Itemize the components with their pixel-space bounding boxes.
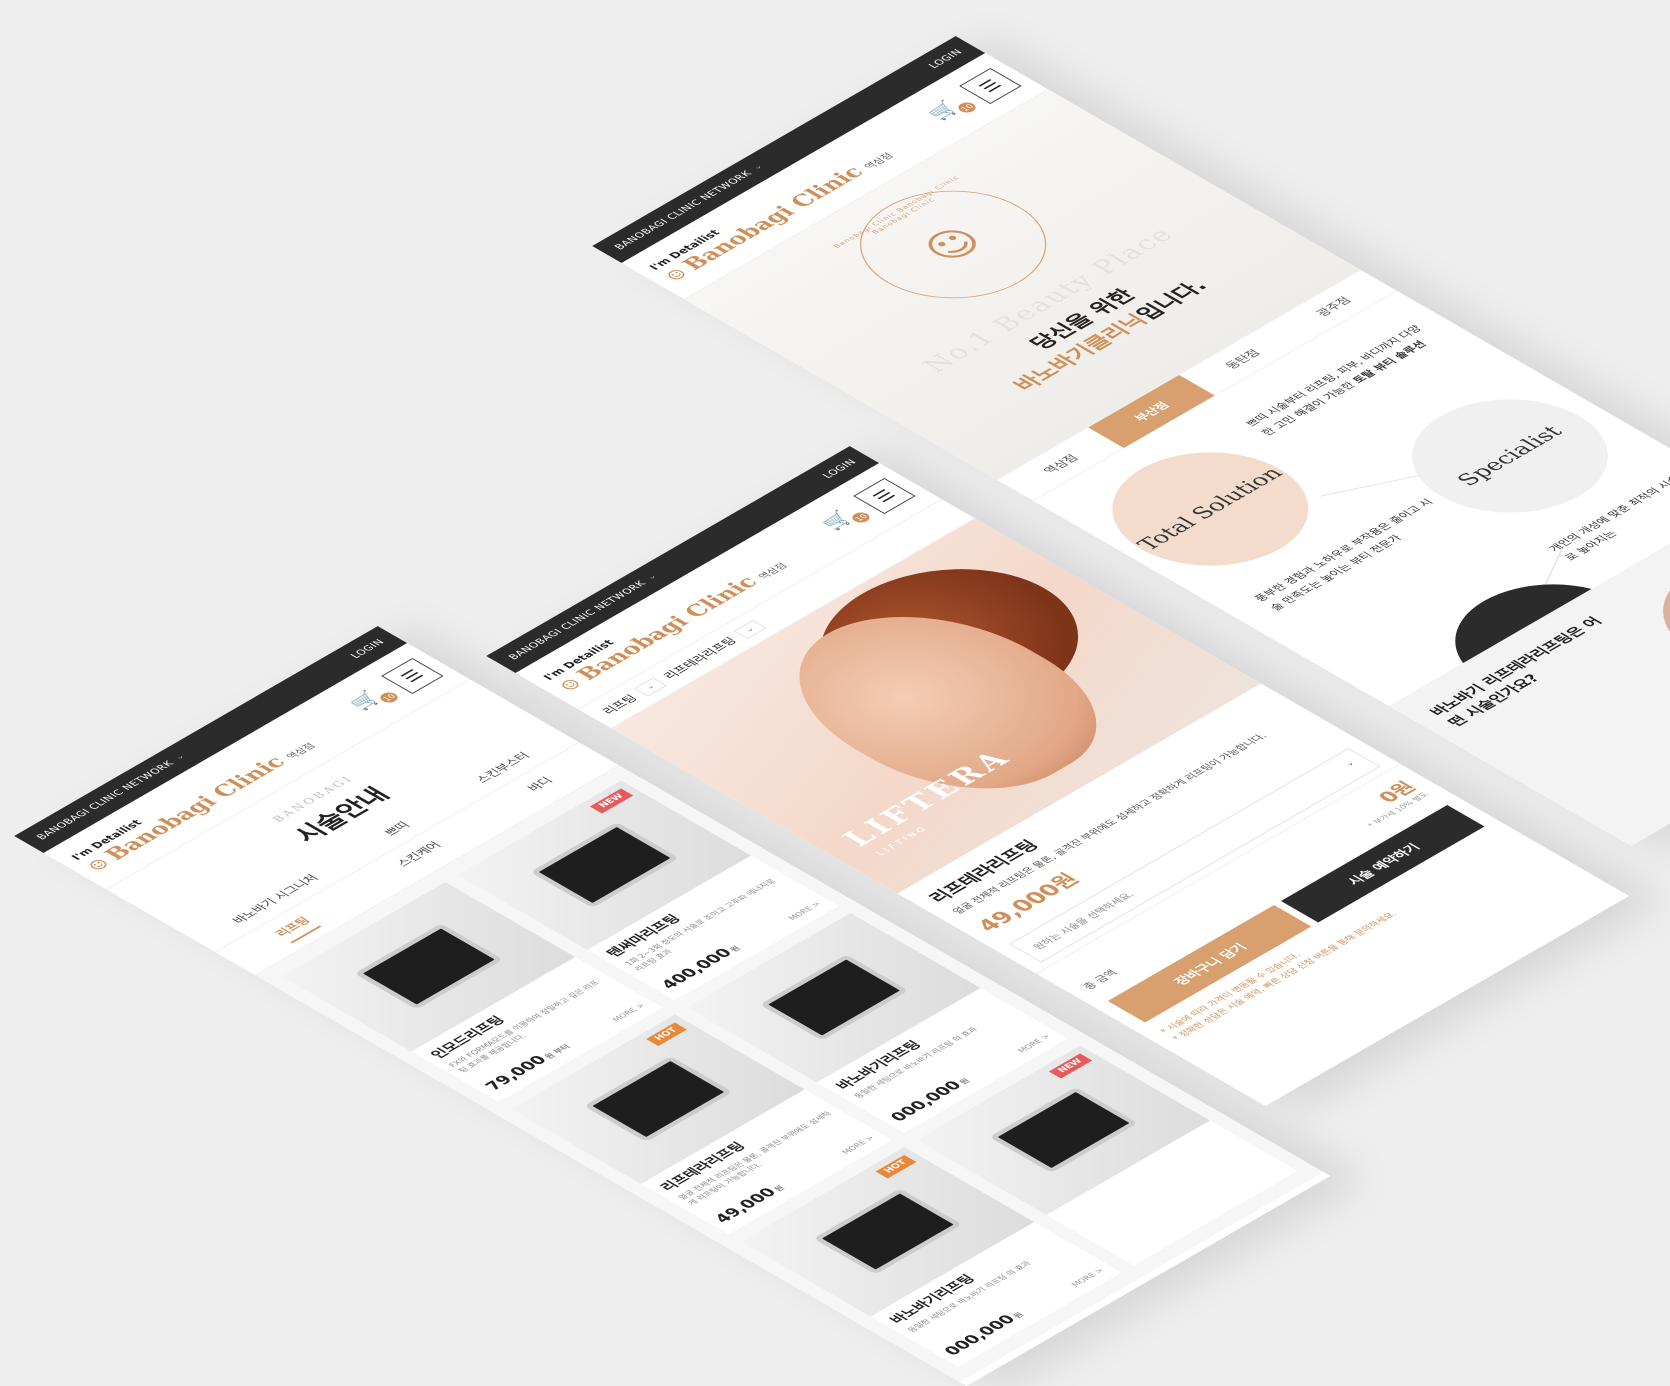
cart-button[interactable]: 🛒 10 xyxy=(921,92,980,125)
cart-icon: 🛒 xyxy=(921,98,965,123)
category-tab-active[interactable]: 리프팅 xyxy=(270,914,322,944)
brand-branch: 역삼점 xyxy=(756,561,790,581)
new-badge: NEW xyxy=(590,788,634,814)
cart-icon: 🛒 xyxy=(815,508,859,533)
mockup-scene: BANOBAGI CLINIC NETWORK ⌄ LOGIN I'm Deta… xyxy=(0,0,1670,1386)
new-badge: NEW xyxy=(1049,1053,1093,1079)
logo-face-icon: ☺ xyxy=(82,855,116,875)
hot-badge: HOT xyxy=(875,1154,917,1179)
category-tab[interactable]: 바디 xyxy=(523,774,564,798)
logo-face-icon: ☺ xyxy=(554,675,588,695)
hot-badge: HOT xyxy=(645,1022,687,1047)
price-unit: 원 부터 xyxy=(542,1043,573,1061)
cart-icon: 🛒 xyxy=(343,688,387,713)
chevron-down-icon: ⌄ xyxy=(750,162,766,172)
device-image xyxy=(529,822,679,909)
logo-face-icon: ☺ xyxy=(911,220,996,269)
brand-branch: 역삼점 xyxy=(862,151,896,171)
device-image xyxy=(759,954,909,1041)
brand-branch: 역삼점 xyxy=(284,741,318,761)
cart-button[interactable]: 🛒 10 xyxy=(815,502,874,535)
chevron-down-icon: ⌄ xyxy=(172,752,188,762)
cart-button[interactable]: 🛒 10 xyxy=(343,682,402,715)
chevron-down-icon: ⌄ xyxy=(644,572,660,582)
hamburger-menu-icon[interactable]: ☰ xyxy=(959,67,1022,104)
device-image xyxy=(988,1087,1138,1174)
breadcrumb-category[interactable]: 리프팅 xyxy=(598,692,641,717)
hamburger-menu-icon[interactable]: ☰ xyxy=(381,657,444,694)
logo-face-icon: ☺ xyxy=(660,265,694,285)
device-image xyxy=(583,1056,733,1143)
chevron-down-icon[interactable]: ⌄ xyxy=(633,677,667,697)
category-tab[interactable]: 쁘띠 xyxy=(380,819,414,839)
hamburger-menu-icon[interactable]: ☰ xyxy=(853,477,916,514)
device-image xyxy=(812,1188,962,1275)
chevron-down-icon[interactable]: ⌄ xyxy=(733,619,766,639)
device-image xyxy=(353,923,503,1010)
chevron-down-icon: ⌄ xyxy=(1341,758,1359,769)
